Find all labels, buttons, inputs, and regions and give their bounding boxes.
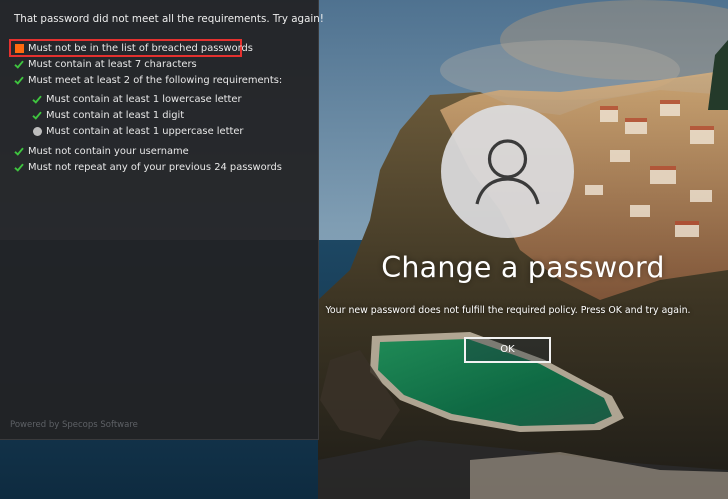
neutral-dot-icon [32, 124, 43, 139]
requirement-label: Must contain at least 1 digit [46, 110, 185, 121]
lock-screen: That password did not meet all the requi… [0, 0, 728, 499]
user-icon [475, 139, 540, 205]
ok-button[interactable]: OK [464, 337, 551, 363]
check-icon [14, 160, 25, 175]
requirement-label: Must contain at least 7 characters [28, 59, 197, 70]
check-icon [14, 57, 25, 72]
requirements-error-header: That password did not meet all the requi… [14, 13, 324, 25]
dialog-title: Change a password [381, 251, 665, 284]
requirement-label: Must not contain your username [28, 146, 189, 157]
check-icon [14, 73, 25, 88]
powered-by-text: Powered by Specops Software [10, 420, 138, 430]
check-icon [14, 144, 25, 159]
password-requirements-panel: That password did not meet all the requi… [0, 0, 324, 440]
check-icon [32, 108, 43, 123]
requirement-label: Must not be in the list of breached pass… [28, 43, 253, 54]
dialog-message: Your new password does not fulfill the r… [325, 305, 691, 316]
avatar [441, 105, 574, 238]
check-icon [32, 92, 43, 107]
failed-square-icon [14, 41, 25, 56]
requirement-label: Must not repeat any of your previous 24 … [28, 162, 282, 173]
requirement-label: Must contain at least 1 lowercase letter [46, 94, 242, 105]
requirement-label: Must meet at least 2 of the following re… [28, 75, 283, 86]
requirement-label: Must contain at least 1 uppercase letter [46, 126, 244, 137]
